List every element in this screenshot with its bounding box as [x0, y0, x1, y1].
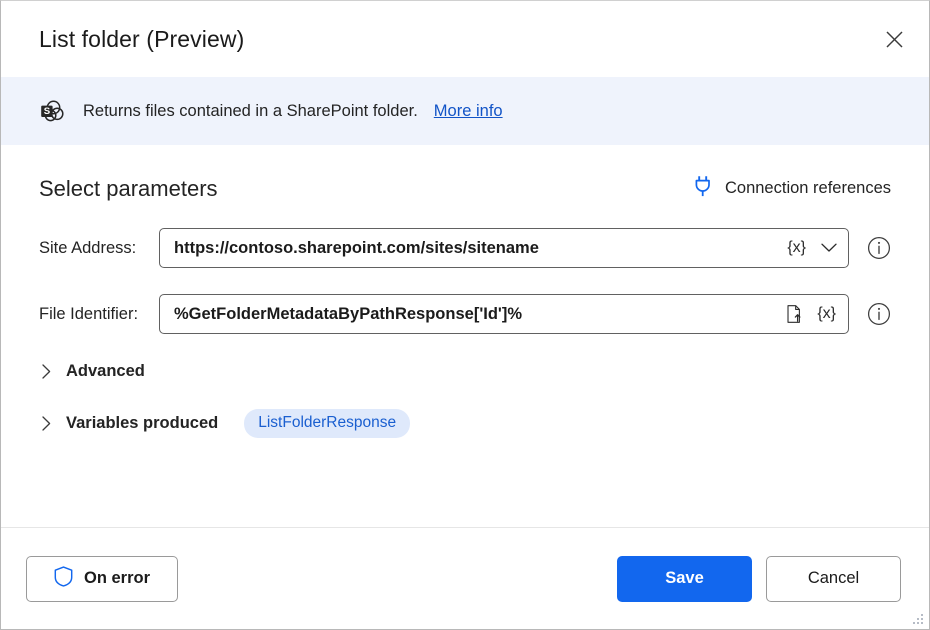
site-address-field[interactable]: {x}	[159, 228, 849, 268]
dialog-body: Select parameters Connection references …	[1, 145, 929, 527]
site-address-input[interactable]	[174, 239, 779, 258]
site-address-label: Site Address:	[39, 239, 159, 258]
chevron-right-icon	[39, 417, 53, 431]
info-banner-text: Returns files contained in a SharePoint …	[83, 102, 418, 121]
site-address-expression-button[interactable]: {x}	[779, 238, 814, 258]
sharepoint-icon: S	[39, 97, 67, 125]
file-identifier-input[interactable]	[174, 305, 781, 324]
file-identifier-expression-button[interactable]: {x}	[809, 304, 844, 324]
form-row-site-address: Site Address: {x}	[39, 228, 891, 268]
page-title: List folder (Preview)	[39, 26, 873, 53]
section-header: Select parameters Connection references	[39, 175, 891, 202]
connection-references-label: Connection references	[725, 179, 891, 198]
chevron-right-icon	[39, 365, 53, 379]
file-identifier-field[interactable]: {x}	[159, 294, 849, 334]
on-error-button[interactable]: On error	[26, 556, 178, 602]
resize-grip[interactable]	[911, 612, 925, 626]
section-title: Select parameters	[39, 176, 218, 202]
file-picker-button[interactable]	[781, 299, 809, 329]
file-upload-icon	[787, 303, 803, 325]
file-identifier-info-icon[interactable]	[867, 302, 891, 326]
dialog-window: List folder (Preview) S Returns files co…	[0, 0, 930, 630]
expander-variables-produced-label: Variables produced	[66, 414, 218, 433]
expander-advanced[interactable]: Advanced	[39, 362, 891, 381]
svg-text:S: S	[44, 106, 51, 117]
site-address-info-icon[interactable]	[867, 236, 891, 260]
close-button[interactable]	[873, 18, 915, 60]
dialog-footer: On error Save Cancel	[1, 528, 929, 629]
expander-advanced-label: Advanced	[66, 362, 145, 381]
file-identifier-label: File Identifier:	[39, 305, 159, 324]
close-icon	[886, 31, 903, 48]
plug-icon	[693, 175, 713, 202]
chevron-down-icon	[821, 243, 837, 253]
shield-icon	[54, 566, 73, 592]
variable-pill-listfolderresponse[interactable]: ListFolderResponse	[244, 409, 410, 438]
on-error-label: On error	[84, 569, 150, 588]
cancel-button[interactable]: Cancel	[766, 556, 901, 602]
save-button[interactable]: Save	[617, 556, 752, 602]
site-address-dropdown-button[interactable]	[814, 232, 844, 264]
dialog-titlebar: List folder (Preview)	[1, 1, 929, 77]
form-row-file-identifier: File Identifier: {x}	[39, 294, 891, 334]
expander-variables-produced[interactable]: Variables produced ListFolderResponse	[39, 409, 891, 438]
more-info-link[interactable]: More info	[434, 102, 503, 121]
connection-references-button[interactable]: Connection references	[693, 175, 891, 202]
info-banner: S Returns files contained in a SharePoin…	[1, 77, 929, 145]
